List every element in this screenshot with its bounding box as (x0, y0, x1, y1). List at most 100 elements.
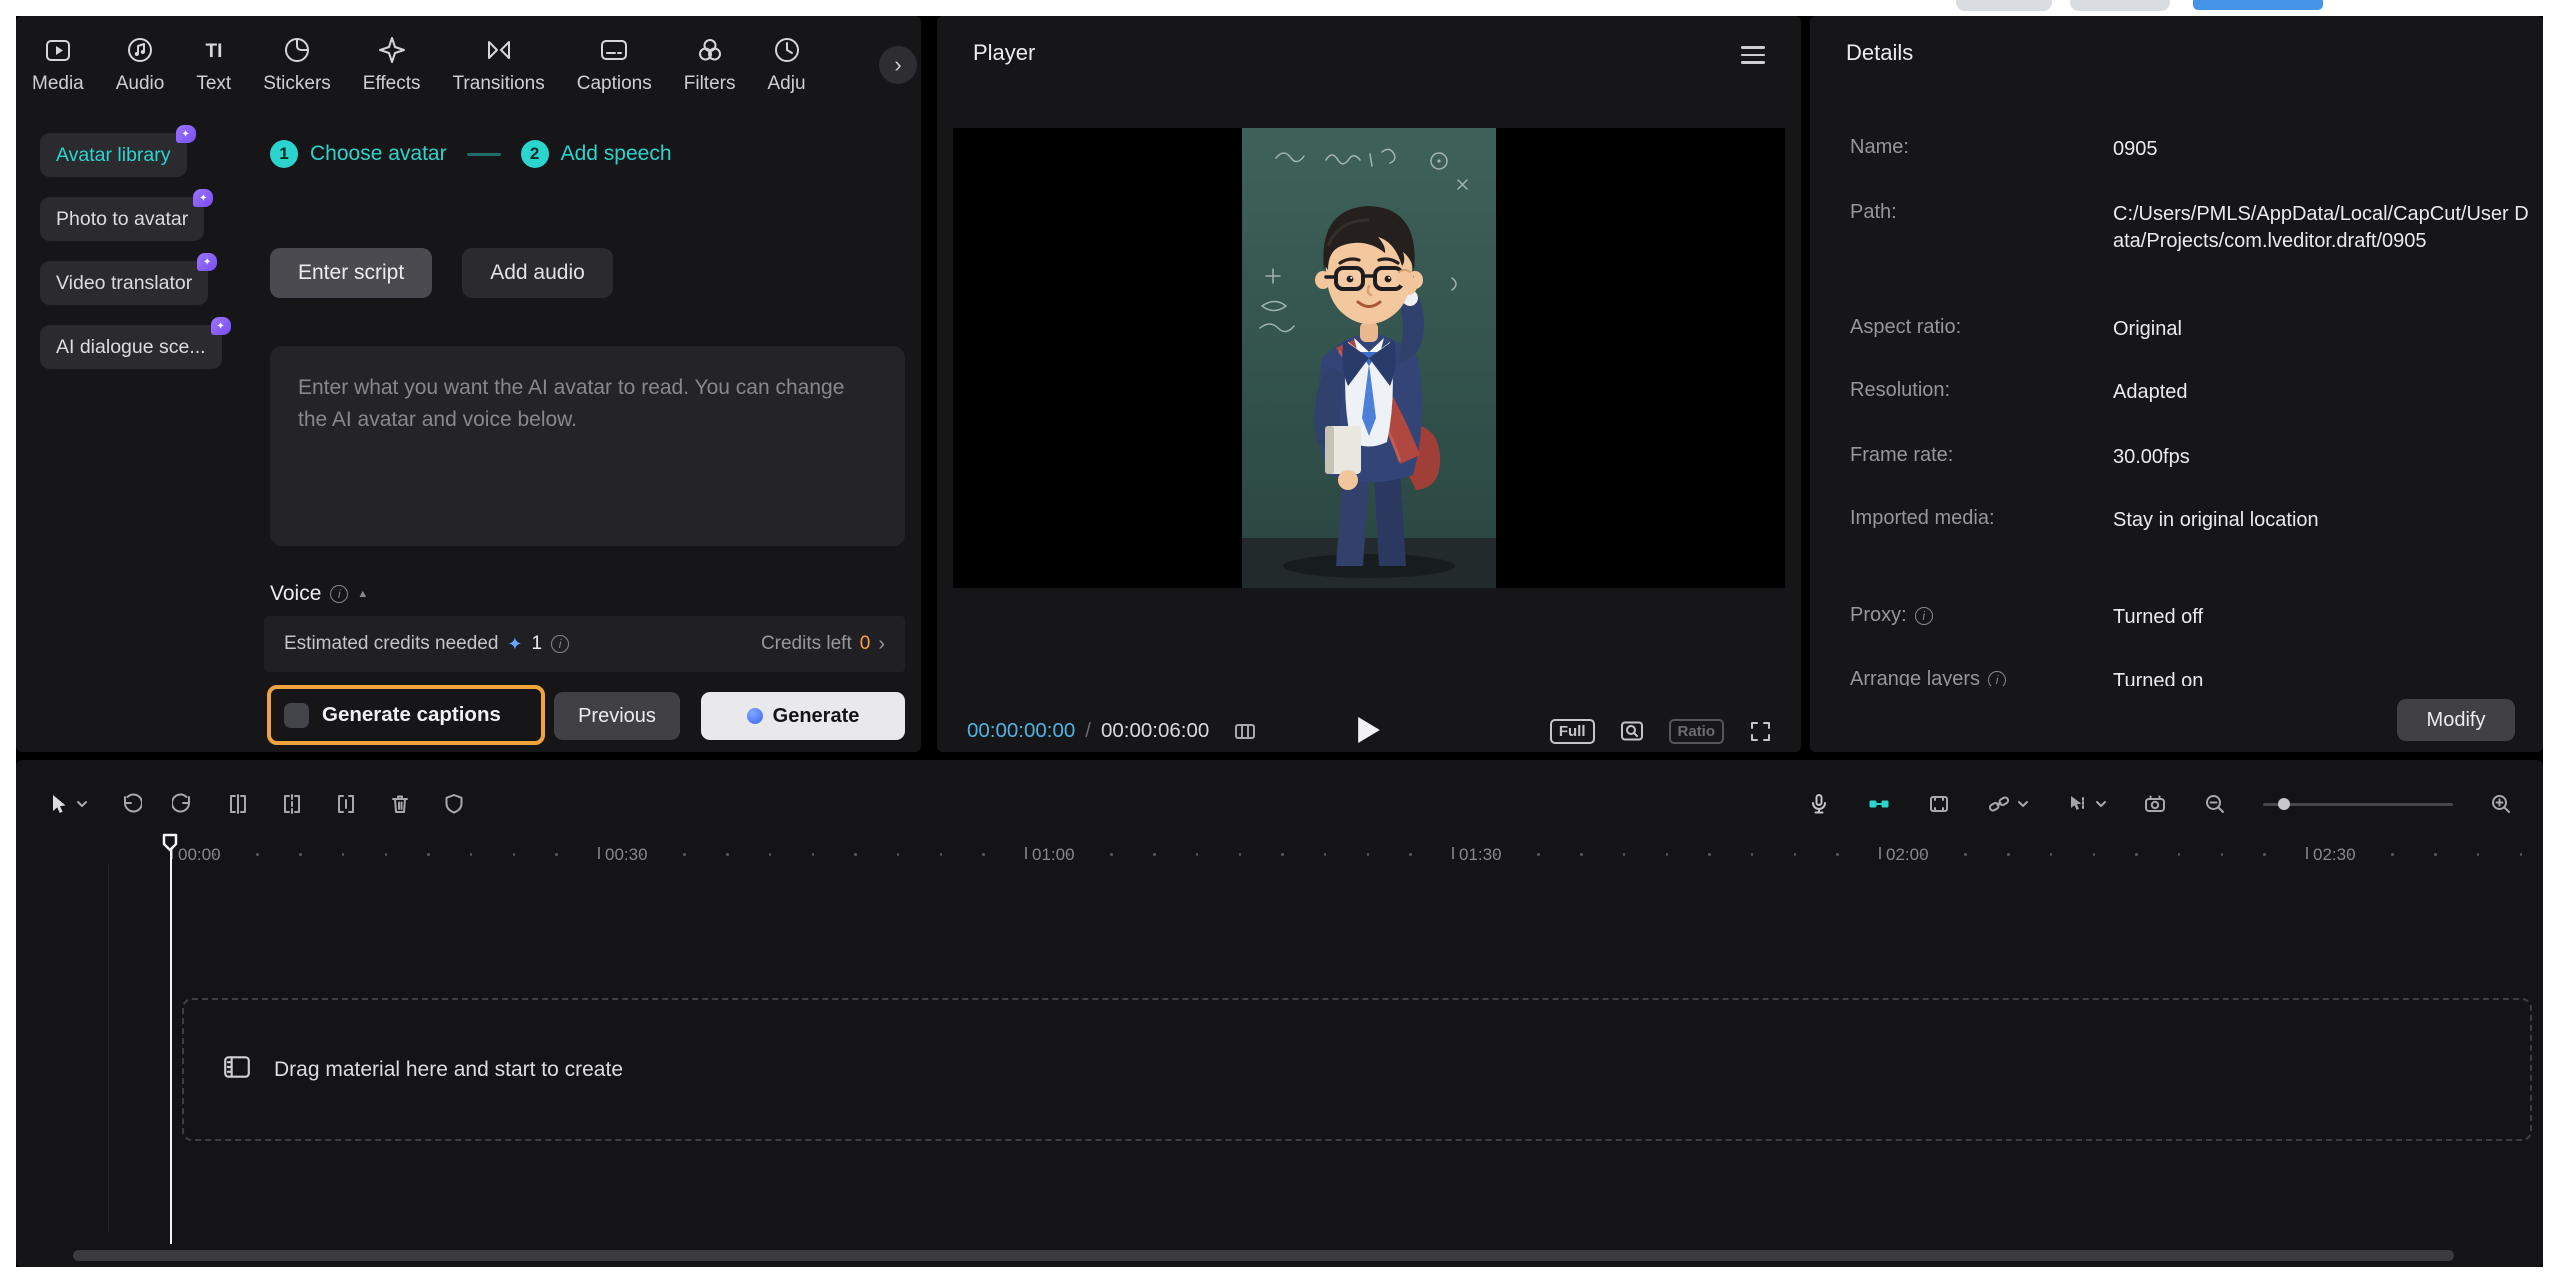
credits-needed-label: Estimated credits needed (284, 633, 498, 655)
ruler-major-tick (1452, 847, 1454, 859)
generate-captions-label: Generate captions (322, 703, 501, 727)
ruler-minor-tick (513, 853, 516, 856)
info-icon[interactable]: i (551, 635, 569, 653)
info-icon[interactable]: i (1915, 607, 1933, 625)
frame-strip-icon (1233, 720, 1257, 743)
credits-bar: Estimated credits needed ✦ 1 i Credits l… (264, 616, 905, 672)
link-clips-icon[interactable] (1987, 792, 2029, 816)
ruler-minor-tick (1580, 853, 1583, 856)
current-time: 00:00:00:00 (967, 719, 1075, 743)
credits-left-link[interactable]: Credits left 0 › (761, 633, 885, 656)
select-tool-icon[interactable] (46, 792, 88, 816)
timeline-horizontal-scrollbar[interactable] (73, 1250, 2454, 1261)
toolbar-item-effects[interactable]: Effects (363, 26, 421, 95)
snap-toggle-icon-active[interactable] (1867, 792, 1891, 816)
undo-icon[interactable] (118, 792, 142, 816)
zoom-slider-handle[interactable] (2278, 798, 2290, 810)
previous-button[interactable]: Previous (554, 692, 680, 740)
captions-icon (599, 34, 629, 66)
timeline-zoom-slider[interactable] (2263, 803, 2453, 806)
record-icon[interactable] (2143, 792, 2167, 816)
ruler-minor-tick (2135, 853, 2138, 856)
toolbar-item-transitions[interactable]: Transitions (453, 26, 545, 95)
cursor-mode-icon[interactable] (2065, 792, 2107, 816)
ruler-minor-tick (726, 853, 729, 856)
timeline-drop-zone[interactable]: Drag material here and start to create (182, 998, 2532, 1141)
toolbar-item-text[interactable]: TI Text (196, 26, 231, 95)
generate-button[interactable]: Generate (701, 692, 905, 740)
ruler-minor-tick (385, 853, 388, 856)
toolbar-item-media[interactable]: Media (32, 26, 84, 95)
collapse-caret-icon[interactable]: ▲ (357, 588, 368, 600)
cropped-page-control (1956, 0, 2052, 11)
ruler-minor-tick (683, 853, 686, 856)
ruler-minor-tick (1751, 853, 1754, 856)
timeline-empty-message: Drag material here and start to create (274, 1058, 623, 1082)
playhead-line[interactable] (170, 850, 172, 1244)
ruler-minor-tick (1794, 853, 1797, 856)
ratio-button[interactable]: Ratio (1669, 719, 1725, 744)
toolbar-item-stickers[interactable]: Stickers (263, 26, 331, 95)
sidebar-item-label: Video translator (56, 272, 192, 295)
timeline-zoom-in-icon[interactable] (2489, 792, 2513, 816)
ruler-minor-tick (1110, 853, 1113, 856)
split-left-icon[interactable] (226, 792, 250, 816)
toolbar-item-label: Media (32, 73, 84, 95)
detail-value: C:/Users/PMLS/AppData/Local/CapCut/User … (2113, 201, 2533, 255)
tab-add-audio[interactable]: Add audio (462, 248, 613, 298)
toolbar-expand-button[interactable]: › (879, 46, 917, 84)
split-right-icon[interactable] (334, 792, 358, 816)
ruler-minor-tick (812, 853, 815, 856)
details-panel: Details Name: 0905 Path: C:/Users/PMLS/A… (1810, 16, 2543, 752)
delete-icon[interactable] (388, 792, 412, 816)
details-row-proxy: Proxy: i Turned off (1850, 604, 2517, 632)
player-controls: 00:00:00:00 / 00:00:06:00 Full Ratio (937, 708, 1801, 752)
timeline-ruler: 00:0000:3001:0001:3002:0002:30 (16, 840, 2543, 870)
player-menu-icon[interactable] (1741, 46, 1765, 64)
ruler-minor-tick (214, 853, 217, 856)
info-icon[interactable]: i (330, 585, 348, 603)
detail-label: Imported media: (1850, 507, 1995, 530)
vip-badge-icon: ✦ (193, 189, 213, 207)
full-preview-button[interactable]: Full (1550, 719, 1595, 744)
modify-button[interactable]: Modify (2397, 699, 2515, 741)
sidebar-item-photo-to-avatar[interactable]: Photo to avatar ✦ (40, 197, 204, 241)
toolbar-item-audio[interactable]: Audio (116, 26, 165, 95)
voice-section-header[interactable]: Voice i ▲ (270, 582, 368, 606)
ruler-minor-tick (2093, 853, 2096, 856)
redo-icon[interactable] (172, 792, 196, 816)
sidebar-item-avatar-library[interactable]: Avatar library ✦ (40, 133, 187, 177)
credits-needed-count: 1 (532, 633, 543, 655)
play-button[interactable] (1358, 717, 1380, 743)
ruler-minor-tick (1153, 853, 1156, 856)
ruler-major-tick (1025, 847, 1027, 859)
avatar-sidebar: Avatar library ✦ Photo to avatar ✦ Video… (40, 133, 222, 369)
media-clip-icon (222, 1053, 252, 1086)
toolbar-item-adjust[interactable]: Adju (767, 26, 805, 95)
mask-shield-icon[interactable] (442, 792, 466, 816)
zoom-preview-icon[interactable] (1619, 719, 1645, 743)
filters-icon (695, 34, 725, 66)
detail-value: Adapted (2113, 379, 2533, 406)
sidebar-item-ai-dialogue[interactable]: AI dialogue sce... ✦ (40, 325, 222, 369)
toolbar-item-captions[interactable]: Captions (577, 26, 652, 95)
media-avatar-panel: Media Audio TI Text (16, 16, 921, 752)
voiceover-mic-icon[interactable] (1807, 792, 1831, 816)
ruler-minor-tick (2349, 853, 2352, 856)
speech-source-tabs: Enter script Add audio (270, 248, 613, 298)
ruler-minor-tick (2221, 853, 2224, 856)
split-icon[interactable] (280, 792, 304, 816)
timeline-toolbar-left (46, 782, 466, 826)
frame-preview-icon[interactable] (1927, 792, 1951, 816)
ruler-minor-tick (1239, 853, 1242, 856)
script-input[interactable] (270, 346, 905, 546)
tab-enter-script[interactable]: Enter script (270, 248, 432, 298)
ruler-minor-tick (1409, 853, 1412, 856)
fullscreen-icon[interactable] (1748, 719, 1773, 744)
sidebar-item-video-translator[interactable]: Video translator ✦ (40, 261, 208, 305)
detail-value: Original (2113, 316, 2533, 343)
timeline-zoom-out-icon[interactable] (2203, 792, 2227, 816)
generate-captions-checkbox[interactable] (284, 703, 309, 728)
toolbar-item-filters[interactable]: Filters (684, 26, 736, 95)
ruler-minor-tick (1836, 853, 1839, 856)
